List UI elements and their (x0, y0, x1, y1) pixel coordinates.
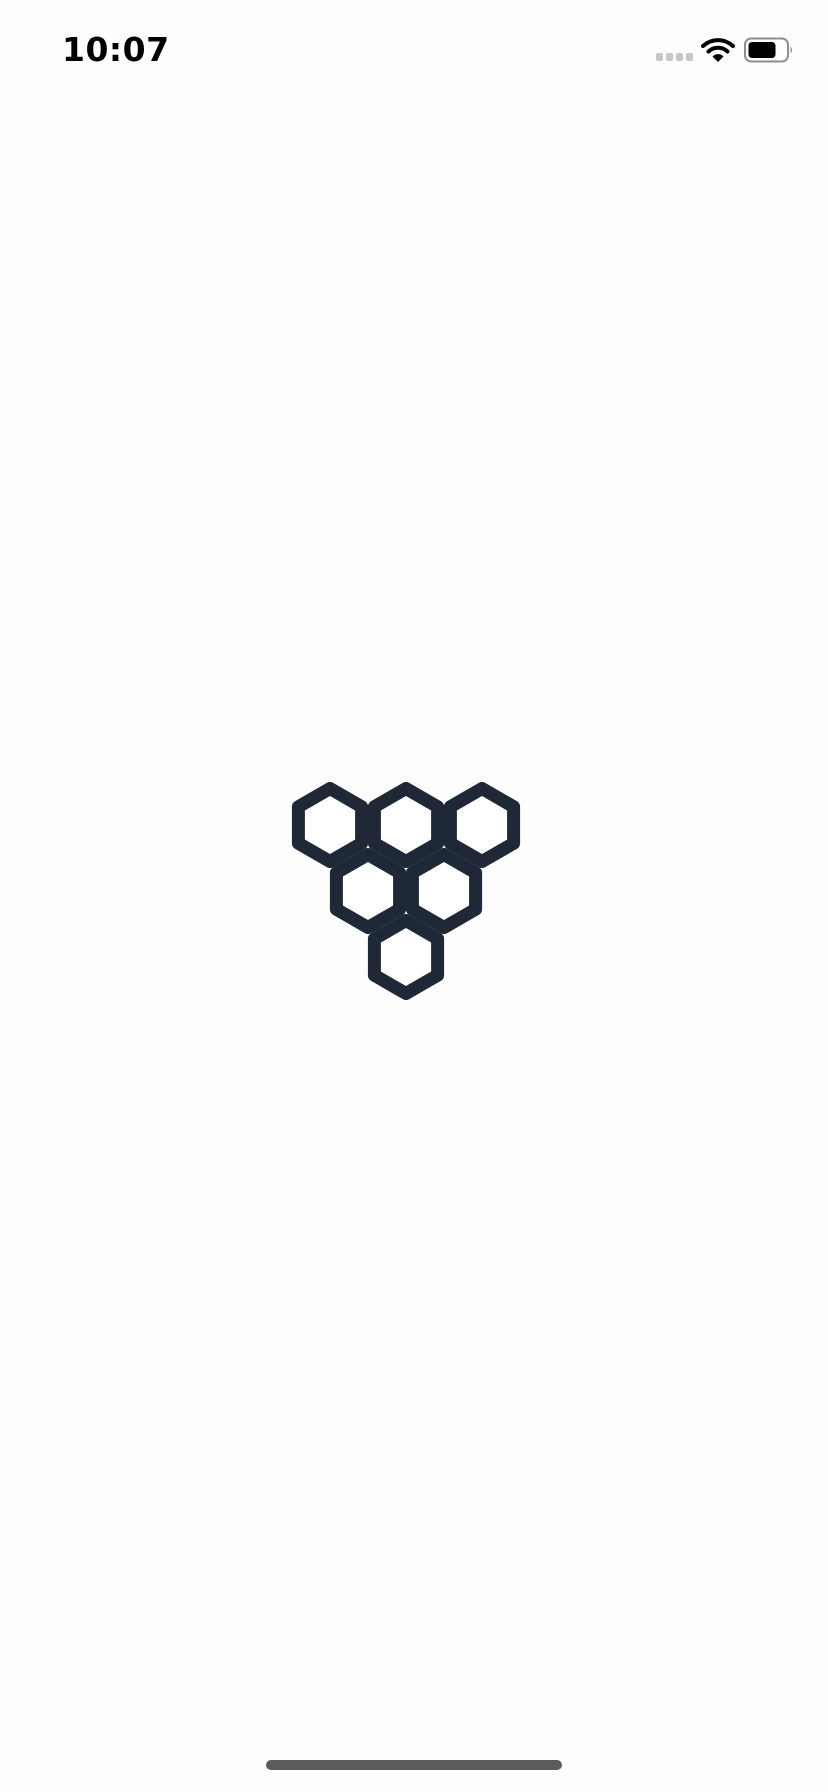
honeycomb-cell (405, 848, 483, 934)
splash-screen: 10:07 (0, 0, 828, 1792)
honeycomb-cell (367, 914, 445, 1000)
cellular-signal-icon (656, 53, 694, 61)
home-indicator (266, 1760, 562, 1770)
battery-icon (744, 37, 792, 63)
honeycomb-cell (443, 782, 521, 868)
status-bar: 10:07 (0, 0, 828, 100)
honeycomb-logo-icon (291, 782, 521, 1000)
battery-level-fill (748, 42, 776, 58)
wifi-icon (701, 38, 735, 62)
honeycomb-cell (291, 782, 369, 868)
status-time: 10:07 (62, 30, 170, 69)
honeycomb-cell (329, 848, 407, 934)
honeycomb-cell (367, 782, 445, 868)
